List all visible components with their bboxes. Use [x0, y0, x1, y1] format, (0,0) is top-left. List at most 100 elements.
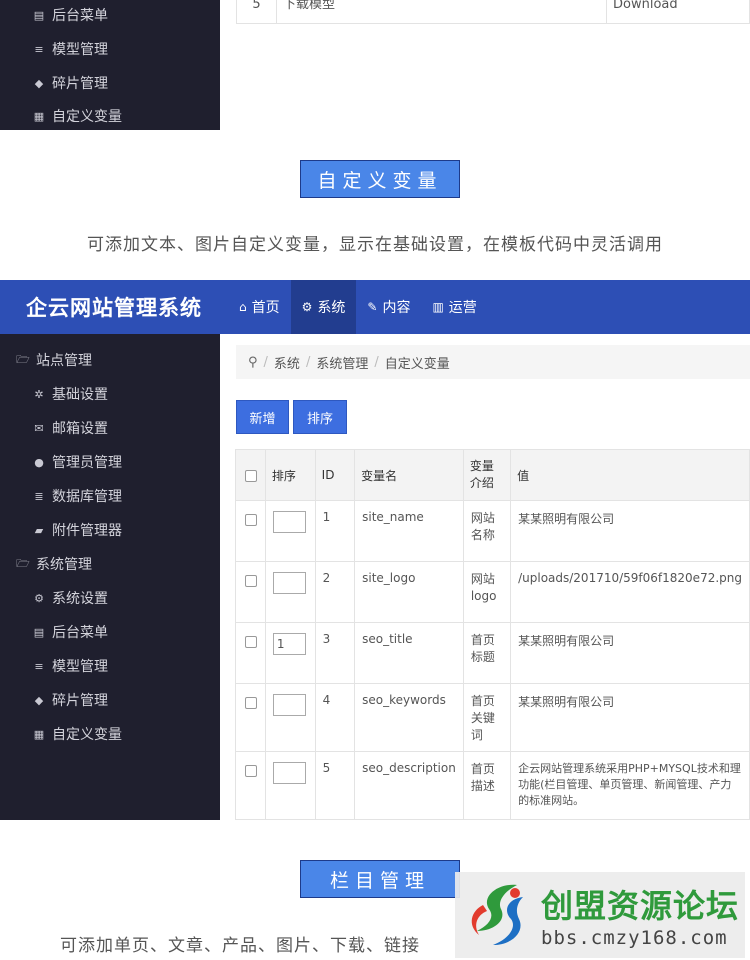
- variables-table: 排序 ID 变量名 变量介绍 值 1 site_name 网站名称 某某照明有限…: [235, 449, 750, 820]
- map-marker-icon: ⚲: [248, 354, 258, 370]
- sidebar-item-label: 碎片管理: [52, 76, 108, 92]
- table-row: 2 site_logo 网站logo /uploads/201710/59f06…: [235, 561, 750, 623]
- grid-icon: ▦: [33, 109, 45, 123]
- grid-icon: ▦: [33, 727, 45, 741]
- row-name: 下载模型: [277, 0, 607, 23]
- forum-title: 创盟资源论坛: [541, 887, 740, 925]
- section-description: 可添加文本、图片自定义变量，显示在基础设置，在模板代码中灵活调用: [87, 235, 663, 255]
- table-row: 1 3 seo_title 首页标题 某某照明有限公司: [235, 622, 750, 684]
- add-button[interactable]: 新增: [236, 400, 289, 434]
- nav-label: 系统: [317, 300, 346, 316]
- nav-label: 首页: [251, 300, 280, 316]
- col-header-id: ID: [314, 449, 356, 501]
- row-value: Download: [613, 0, 678, 12]
- sidebar-group-label: 系统管理: [36, 557, 92, 573]
- cell-id: 2: [314, 561, 356, 623]
- row-checkbox[interactable]: [245, 636, 257, 648]
- sort-input[interactable]: [272, 694, 306, 716]
- breadcrumb-item[interactable]: 系统管理: [316, 353, 368, 372]
- sort-button[interactable]: 排序: [293, 400, 347, 434]
- table-row: 1 site_name 网站名称 某某照明有限公司: [235, 500, 750, 562]
- sidebar-item-system-settings[interactable]: ⚙ 系统设置: [0, 581, 220, 615]
- nav-system[interactable]: ⚙ 系统: [290, 280, 357, 334]
- nav-home[interactable]: ⌂ 首页: [228, 280, 291, 334]
- sort-input[interactable]: [272, 572, 306, 594]
- sidebar-item-label: 邮箱设置: [52, 421, 108, 437]
- cogs-icon: ⚙: [34, 591, 44, 605]
- cell-id: 5: [314, 751, 356, 820]
- sort-input[interactable]: [272, 511, 306, 533]
- sidebar-item-mail-settings[interactable]: ✉ 邮箱设置: [0, 411, 220, 445]
- breadcrumb-item[interactable]: 系统: [274, 353, 300, 372]
- cell-name: seo_keywords: [354, 683, 464, 752]
- sidebar-item-custom-vars[interactable]: ▦ 自定义变量: [0, 717, 220, 751]
- sidebar-group-site[interactable]: 🗁 站点管理: [0, 343, 220, 377]
- table-row: 4 seo_keywords 首页关键词 某某照明有限公司: [235, 683, 750, 752]
- row-checkbox[interactable]: [245, 765, 257, 777]
- row-checkbox[interactable]: [245, 514, 257, 526]
- forum-url: bbs.cmzy168.com: [541, 927, 728, 949]
- cell-name: site_name: [354, 500, 464, 562]
- sidebar-item-fragments[interactable]: ◆ 碎片管理: [0, 683, 220, 717]
- sidebar-item-models[interactable]: ≡ 模型管理: [0, 32, 220, 66]
- nav-label: 运营: [448, 300, 477, 316]
- cell-value: 某某照明有限公司: [510, 500, 750, 562]
- cell-intro: 网站名称: [462, 500, 512, 562]
- sidebar-item-label: 基础设置: [52, 387, 108, 403]
- sidebar-item-database[interactable]: ≣ 数据库管理: [0, 479, 220, 513]
- row-checkbox[interactable]: [245, 575, 257, 587]
- section-title: 自定义变量: [300, 160, 460, 198]
- cell-intro: 首页描述: [462, 751, 512, 820]
- nav-content[interactable]: ✎ 内容: [356, 280, 421, 334]
- sidebar-item-label: 自定义变量: [52, 727, 122, 743]
- sidebar-item-fragments[interactable]: ◆ 碎片管理: [0, 66, 220, 100]
- table-row: 5 seo_description 首页描述 企云网站管理系统采用PHP+MYS…: [235, 751, 750, 820]
- col-header-sort: 排序: [264, 449, 316, 501]
- cell-value: /uploads/201710/59f06f1820e72.png: [510, 561, 750, 623]
- bars-icon: ≡: [34, 659, 44, 673]
- menu-list-icon: ▤: [33, 8, 45, 22]
- top-table-row: 5 下载模型 Download: [236, 0, 750, 24]
- cell-intro: 网站logo: [462, 561, 512, 623]
- cell-id: 3: [314, 622, 356, 684]
- sidebar-item-basic-settings[interactable]: ✲ 基础设置: [0, 377, 220, 411]
- sidebar-item-label: 碎片管理: [52, 693, 108, 709]
- cell-intro: 首页标题: [462, 622, 512, 684]
- sidebar-item-label: 模型管理: [52, 659, 108, 675]
- sidebar-item-admins[interactable]: ● 管理员管理: [0, 445, 220, 479]
- sort-input[interactable]: 1: [272, 633, 306, 655]
- sidebar-item-label: 系统设置: [52, 591, 108, 607]
- sidebar-item-label: 管理员管理: [52, 455, 122, 471]
- edit-icon: ✎: [367, 300, 378, 314]
- cell-value: 企云网站管理系统采用PHP+MYSQL技术和理功能(栏目管理、单页管理、新闻管理…: [510, 751, 750, 820]
- sidebar-item-label: 数据库管理: [52, 489, 122, 505]
- row-number: 5: [237, 0, 277, 23]
- sidebar-item-label: 自定义变量: [52, 109, 122, 125]
- sidebar-item-attachments[interactable]: ▰ 附件管理器: [0, 513, 220, 547]
- menu-list-icon: ▤: [33, 625, 45, 639]
- gear-icon: ✲: [34, 387, 44, 401]
- sidebar-group-system[interactable]: 🗁 系统管理: [0, 547, 220, 581]
- bars-icon: ≡: [34, 42, 44, 56]
- select-all-checkbox[interactable]: [245, 469, 257, 482]
- row-checkbox[interactable]: [245, 697, 257, 709]
- sort-input[interactable]: [272, 762, 306, 784]
- cogs-icon: ⚙: [301, 300, 313, 314]
- cell-value: 某某照明有限公司: [510, 683, 750, 752]
- sidebar-item-menu[interactable]: ▤ 后台菜单: [0, 0, 220, 32]
- cell-name: seo_description: [354, 751, 464, 820]
- table-header-row: 排序 ID 变量名 变量介绍 值: [235, 449, 750, 501]
- sidebar-item-custom-vars[interactable]: ▦ 自定义变量: [0, 99, 220, 133]
- folder-open-icon: 🗁: [16, 352, 30, 366]
- nav-label: 内容: [382, 300, 411, 316]
- breadcrumb: ⚲ / 系统 / 系统管理 / 自定义变量: [236, 345, 750, 379]
- sidebar-item-menu[interactable]: ▤ 后台菜单: [0, 615, 220, 649]
- nav-operations[interactable]: ▥ 运营: [421, 280, 487, 334]
- app-sidebar: 🗁 站点管理 ✲ 基础设置 ✉ 邮箱设置 ● 管理员管理 ≣ 数据库管理 ▰ 附…: [0, 334, 220, 820]
- home-icon: ⌂: [239, 300, 247, 314]
- cell-value: 某某照明有限公司: [510, 622, 750, 684]
- cell-name: seo_title: [354, 622, 464, 684]
- bar-chart-icon: ▥: [432, 300, 444, 314]
- sidebar-item-models[interactable]: ≡ 模型管理: [0, 649, 220, 683]
- top-navbar: 企云网站管理系统 ⌂ 首页 ⚙ 系统 ✎ 内容 ▥ 运营: [0, 280, 750, 334]
